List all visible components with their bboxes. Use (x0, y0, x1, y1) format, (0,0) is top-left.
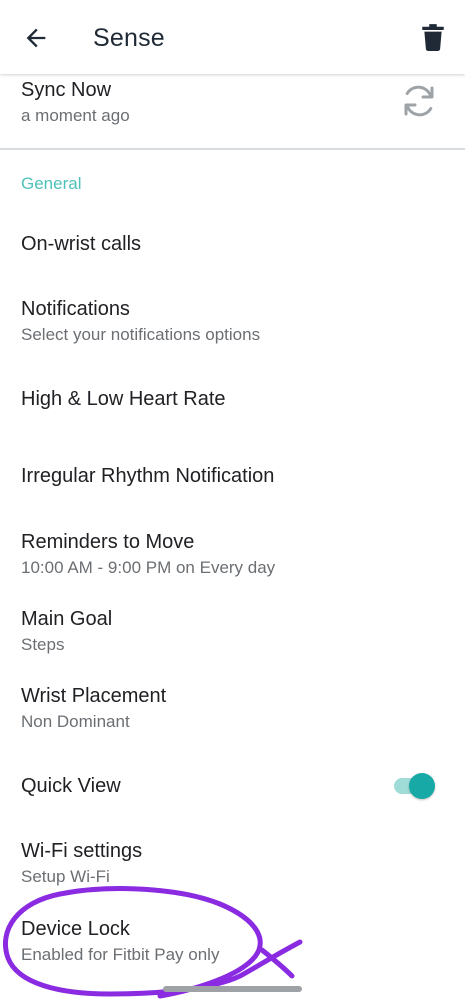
setting-title: Device Lock (21, 918, 130, 940)
sync-icon[interactable] (399, 81, 439, 121)
setting-wifi-settings[interactable]: Wi-Fi settings Setup Wi-Fi (21, 838, 441, 888)
setting-irregular-rhythm[interactable]: Irregular Rhythm Notification (21, 463, 441, 489)
setting-quick-view[interactable]: Quick View (21, 773, 441, 799)
setting-title: Quick View (21, 775, 121, 797)
section-header-general: General (21, 174, 82, 193)
setting-subtitle: Steps (21, 635, 65, 654)
setting-main-goal[interactable]: Main Goal Steps (21, 606, 441, 656)
setting-title: Reminders to Move (21, 531, 195, 553)
setting-subtitle: Setup Wi-Fi (21, 867, 110, 886)
setting-subtitle: Non Dominant (21, 712, 130, 731)
setting-title: Main Goal (21, 608, 113, 630)
setting-subtitle: Enabled for Fitbit Pay only (21, 945, 220, 964)
sync-now-row[interactable]: Sync Now a moment ago (21, 77, 441, 127)
setting-title: Wrist Placement (21, 685, 167, 707)
home-indicator[interactable] (163, 986, 302, 992)
setting-wrist-placement[interactable]: Wrist Placement Non Dominant (21, 683, 441, 733)
setting-notifications[interactable]: Notifications Select your notifications … (21, 296, 441, 346)
sync-now-subtitle: a moment ago (21, 106, 130, 125)
setting-subtitle: Select your notifications options (21, 325, 261, 344)
trash-icon[interactable] (420, 23, 446, 51)
setting-title: High & Low Heart Rate (21, 388, 226, 410)
setting-title: On-wrist calls (21, 233, 142, 255)
setting-title: Irregular Rhythm Notification (21, 465, 275, 487)
setting-device-lock[interactable]: Device Lock Enabled for Fitbit Pay only (21, 916, 441, 966)
setting-high-low-heart-rate[interactable]: High & Low Heart Rate (21, 386, 441, 412)
quick-view-toggle[interactable] (392, 771, 436, 801)
setting-on-wrist-calls[interactable]: On-wrist calls (21, 231, 441, 257)
app-bar: Sense (0, 0, 465, 74)
setting-title: Notifications (21, 298, 130, 320)
setting-subtitle: 10:00 AM - 9:00 PM on Every day (21, 558, 276, 577)
sync-now-title: Sync Now (21, 79, 112, 101)
setting-reminders-to-move[interactable]: Reminders to Move 10:00 AM - 9:00 PM on … (21, 529, 441, 579)
arrow-back-icon[interactable] (22, 24, 50, 52)
divider (0, 148, 465, 150)
toggle-thumb (409, 773, 435, 799)
page-title: Sense (93, 24, 165, 52)
setting-title: Wi-Fi settings (21, 840, 143, 862)
